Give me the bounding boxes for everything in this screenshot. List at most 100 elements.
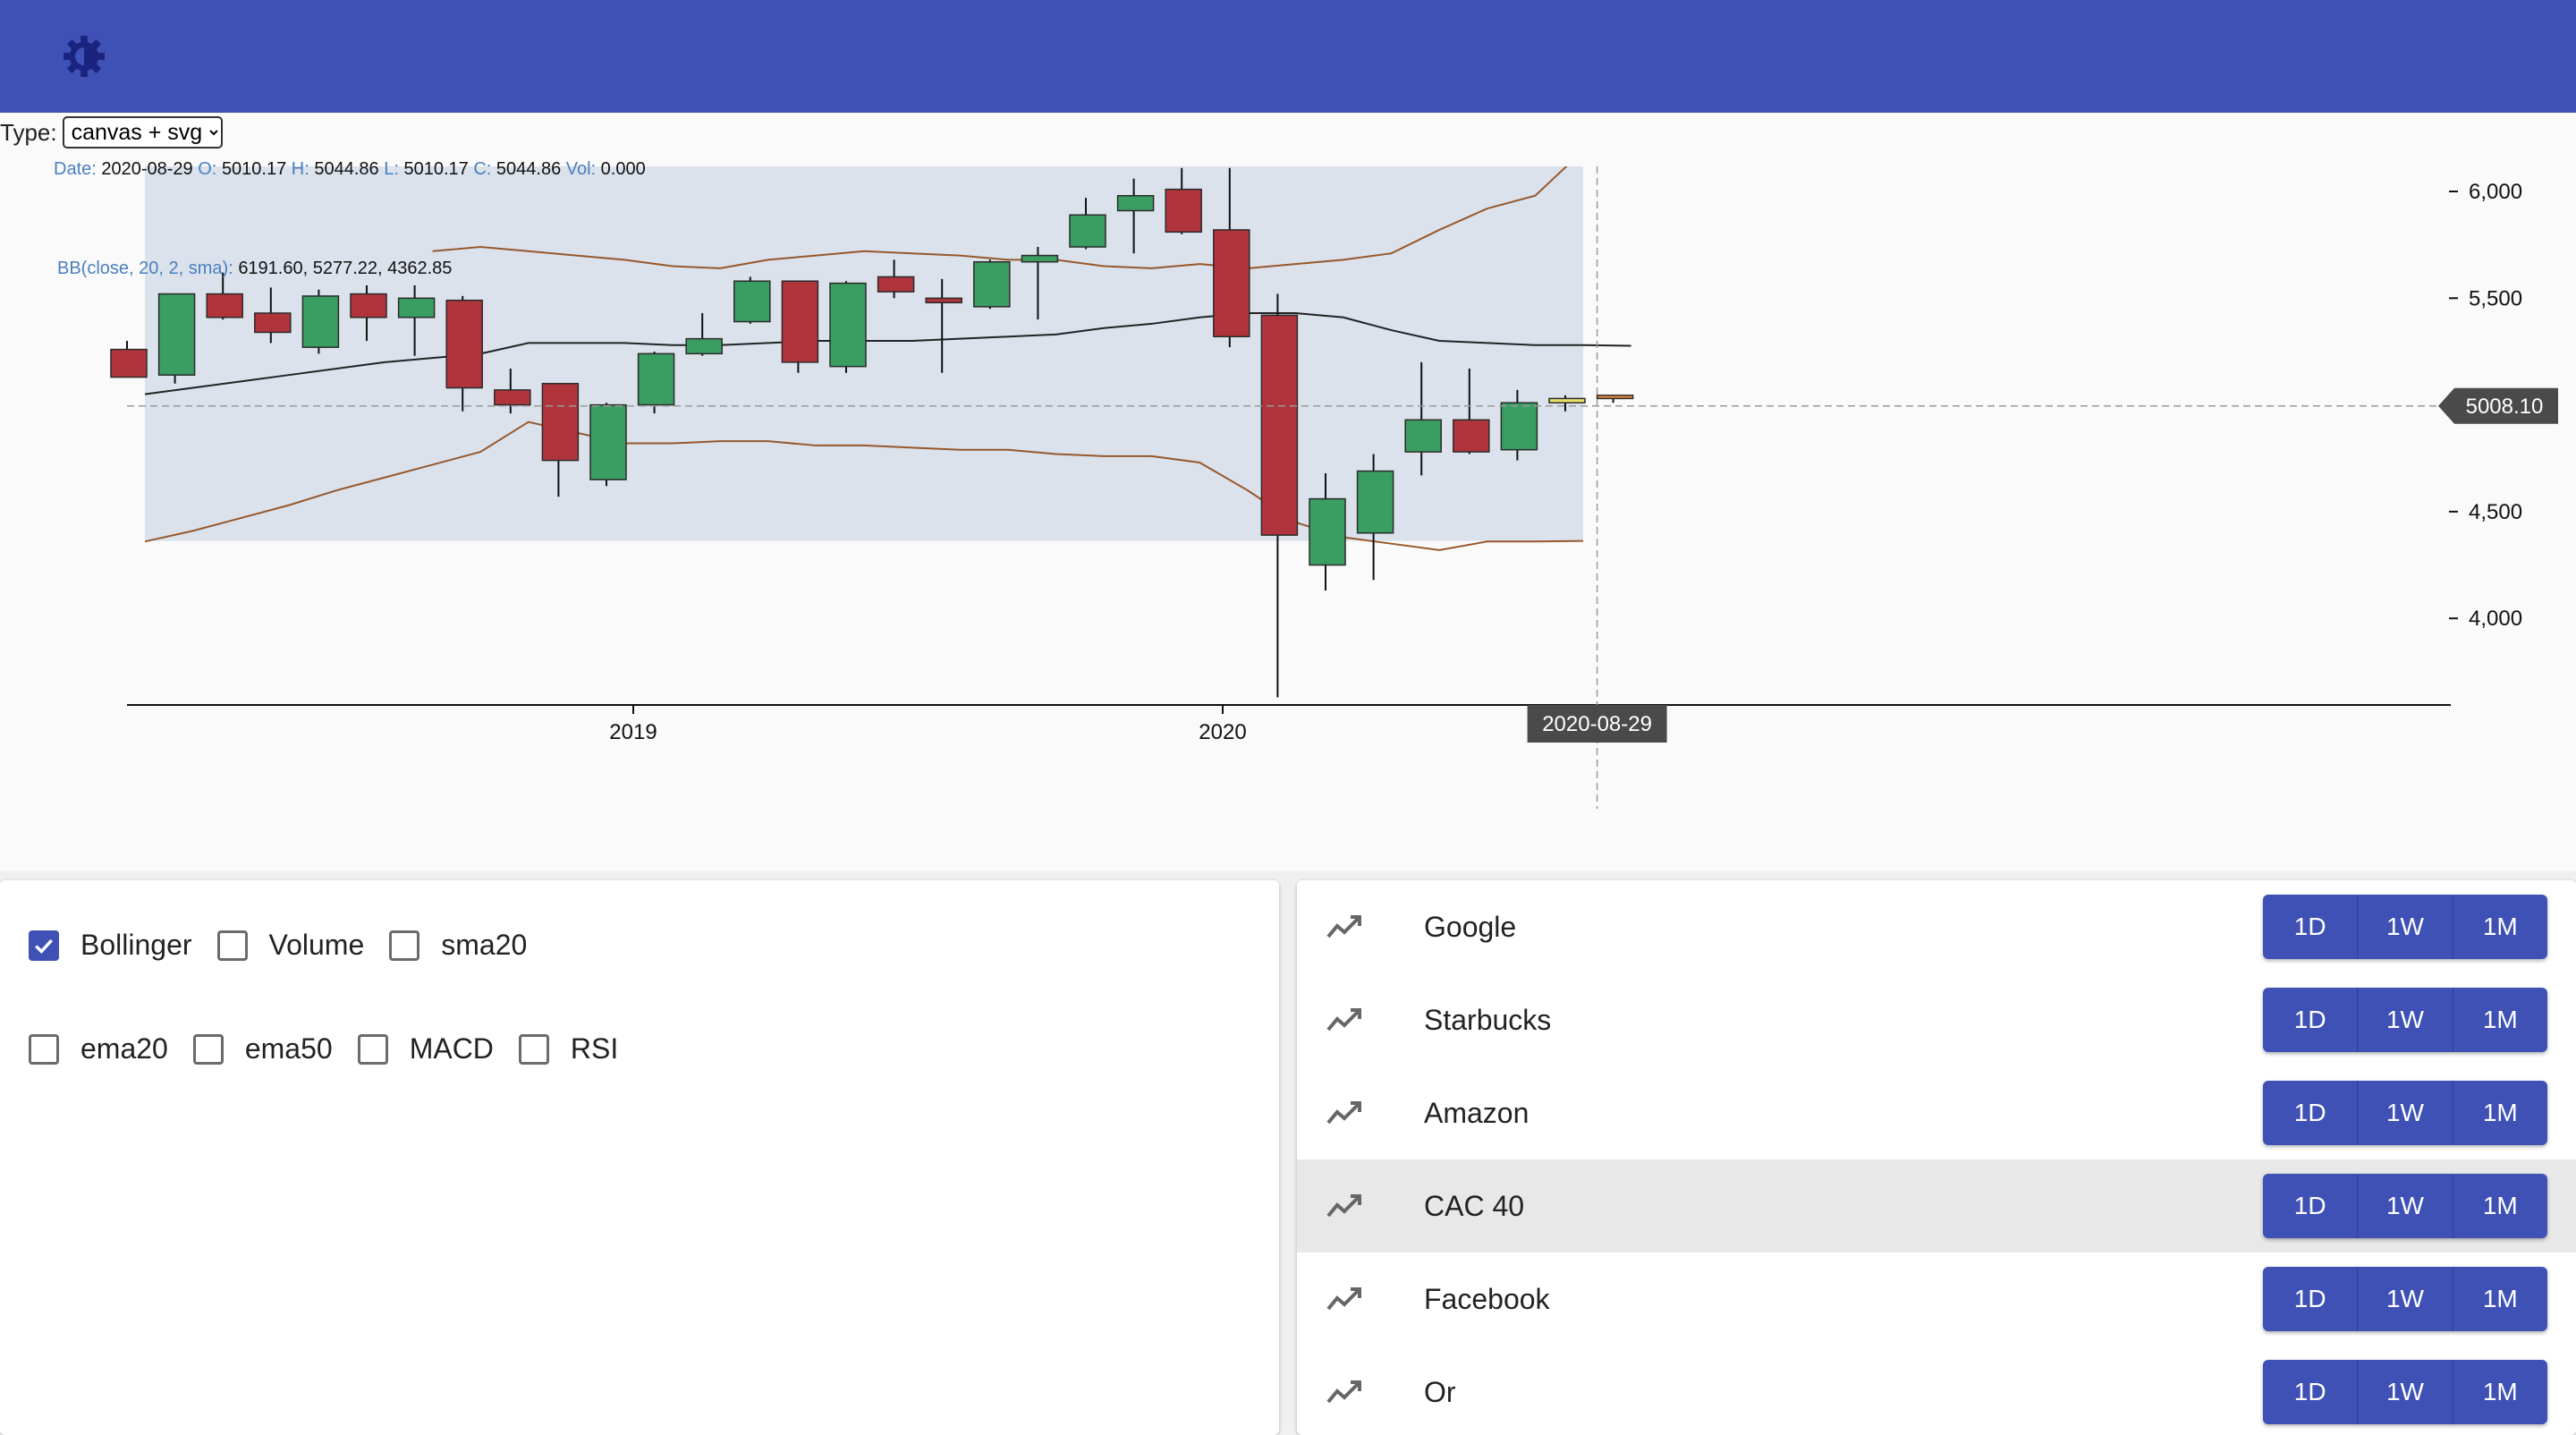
candle <box>1260 293 1299 698</box>
candle <box>110 341 148 378</box>
range-1w-button[interactable]: 1W <box>2358 1267 2453 1331</box>
range-button-group: 1D 1W 1M <box>2263 1267 2547 1331</box>
range-1d-button[interactable]: 1D <box>2263 1267 2359 1331</box>
range-1w-button[interactable]: 1W <box>2358 1081 2453 1145</box>
indicator-macd-toggle[interactable]: MACD <box>357 1032 494 1066</box>
candle-body <box>637 352 675 406</box>
candle-body <box>1069 214 1106 248</box>
stock-list-item[interactable]: Starbucks 1D 1W 1M <box>1297 973 2576 1066</box>
trending-line-icon <box>1326 1008 1361 1032</box>
indicator-volume-toggle[interactable]: Volume <box>216 929 364 962</box>
range-1m-button[interactable]: 1M <box>2453 895 2547 959</box>
candle-body <box>973 260 1011 308</box>
candle-body <box>877 276 915 293</box>
checkbox-unchecked-icon[interactable] <box>518 1033 549 1065</box>
candle <box>781 280 819 373</box>
candle-body <box>110 348 148 378</box>
bollinger-label: BB(close, 20, 2, sma): 6191.60, 5277.22,… <box>57 259 452 278</box>
candle-body <box>1500 402 1538 451</box>
range-1d-button[interactable]: 1D <box>2263 1360 2359 1424</box>
indicator-label: sma20 <box>441 929 528 961</box>
candle-body <box>254 312 292 334</box>
range-button-group: 1D 1W 1M <box>2263 1360 2547 1424</box>
range-1d-button[interactable]: 1D <box>2263 895 2359 959</box>
indicator-ema50-toggle[interactable]: ema50 <box>192 1032 333 1066</box>
candle-body <box>685 337 723 355</box>
candle-body <box>1260 314 1299 536</box>
stock-list-item[interactable]: Google 1D 1W 1M <box>1297 880 2576 973</box>
tooltip-readout: Date: 2020-08-29 O: 5010.17 H: 5044.86 L… <box>54 159 646 179</box>
indicator-rsi-toggle[interactable]: RSI <box>518 1032 619 1066</box>
stock-name: Facebook <box>1424 1282 1550 1315</box>
candle-body <box>781 280 819 363</box>
indicator-bollinger-toggle[interactable]: Bollinger <box>29 929 192 962</box>
stocks-card: Google 1D 1W 1M Starbucks 1D 1W 1M Amazon 1D 1W 1M C… <box>1297 880 2576 1435</box>
stock-name: Or <box>1424 1375 1456 1408</box>
range-1d-button[interactable]: 1D <box>2263 1081 2359 1145</box>
indicators-card: Bollinger Volume sma20 ema20 ema50 MACD RSI <box>0 880 1279 1435</box>
range-1m-button[interactable]: 1M <box>2453 1081 2547 1145</box>
stock-name: CAC 40 <box>1424 1189 1525 1222</box>
trending-line-icon <box>1326 1287 1361 1311</box>
candle-body <box>589 403 627 480</box>
range-1m-button[interactable]: 1M <box>2453 1267 2547 1331</box>
indicator-ema20-toggle[interactable]: ema20 <box>29 1032 168 1066</box>
indicator-label: ema50 <box>244 1032 333 1065</box>
candle-body <box>1596 395 1634 400</box>
candle <box>637 351 675 414</box>
candle-body <box>157 293 196 376</box>
x-tick-label: 2020 <box>1199 720 1246 744</box>
candle-body <box>1356 470 1394 534</box>
brightness-icon <box>64 36 105 77</box>
y-tick-label: 5,500 <box>2469 286 2522 310</box>
candle <box>733 276 771 324</box>
indicator-label: Bollinger <box>80 929 192 961</box>
candle-body <box>494 389 531 406</box>
chart-type-row: Type: canvas + svg <box>0 113 223 152</box>
candle <box>301 289 340 354</box>
date-marker-label: 2020-08-29 <box>1542 712 1652 736</box>
checkbox-unchecked-icon[interactable] <box>29 1033 59 1065</box>
checkbox-unchecked-icon[interactable] <box>389 930 420 961</box>
trending-line-icon <box>1326 915 1361 938</box>
candle-body <box>1404 419 1442 453</box>
indicator-label: ema20 <box>80 1032 168 1065</box>
candle-body <box>397 297 436 318</box>
checkbox-unchecked-icon[interactable] <box>357 1033 388 1065</box>
candle <box>1596 395 1634 403</box>
checkbox-unchecked-icon[interactable] <box>216 930 248 961</box>
range-1m-button[interactable]: 1M <box>2453 988 2547 1052</box>
stock-list-item[interactable]: Or 1D 1W 1M <box>1297 1346 2576 1435</box>
candle <box>157 293 196 384</box>
checkmark-icon <box>35 938 53 954</box>
chart-type-select[interactable]: canvas + svg <box>62 116 223 149</box>
range-1w-button[interactable]: 1W <box>2358 988 2453 1052</box>
candle-body <box>1453 419 1490 453</box>
indicator-label: RSI <box>570 1032 619 1065</box>
range-1w-button[interactable]: 1W <box>2358 1174 2453 1238</box>
stock-list-item[interactable]: Amazon 1D 1W 1M <box>1297 1066 2576 1159</box>
range-1w-button[interactable]: 1W <box>2358 895 2453 959</box>
checkbox-checked-icon[interactable] <box>29 930 59 961</box>
stock-list-item[interactable]: CAC 40 1D 1W 1M <box>1297 1159 2576 1252</box>
indicator-row: Bollinger Volume sma20 <box>29 929 552 962</box>
indicator-sma20-toggle[interactable]: sma20 <box>389 929 527 962</box>
range-1w-button[interactable]: 1W <box>2358 1360 2453 1424</box>
stock-list-item[interactable]: Facebook 1D 1W 1M <box>1297 1252 2576 1346</box>
range-1m-button[interactable]: 1M <box>2453 1174 2547 1238</box>
trending-line-icon <box>1326 1380 1361 1404</box>
candle <box>973 259 1011 310</box>
range-1d-button[interactable]: 1D <box>2263 988 2359 1052</box>
candle-body <box>925 297 962 304</box>
candlestick-chart[interactable]: 201920206,0005,5005,0004,5004,000 5008.1… <box>0 113 2576 871</box>
range-1d-button[interactable]: 1D <box>2263 1174 2359 1238</box>
stock-name: Starbucks <box>1424 1003 1552 1036</box>
candle-body <box>829 282 867 368</box>
indicator-row: ema20 ema50 MACD RSI <box>29 1032 643 1066</box>
range-button-group: 1D 1W 1M <box>2263 1174 2547 1238</box>
range-button-group: 1D 1W 1M <box>2263 895 2547 959</box>
theme-toggle-button[interactable] <box>55 32 113 81</box>
checkbox-unchecked-icon[interactable] <box>192 1033 224 1065</box>
range-1m-button[interactable]: 1M <box>2453 1360 2547 1424</box>
candle-body <box>1213 229 1250 337</box>
